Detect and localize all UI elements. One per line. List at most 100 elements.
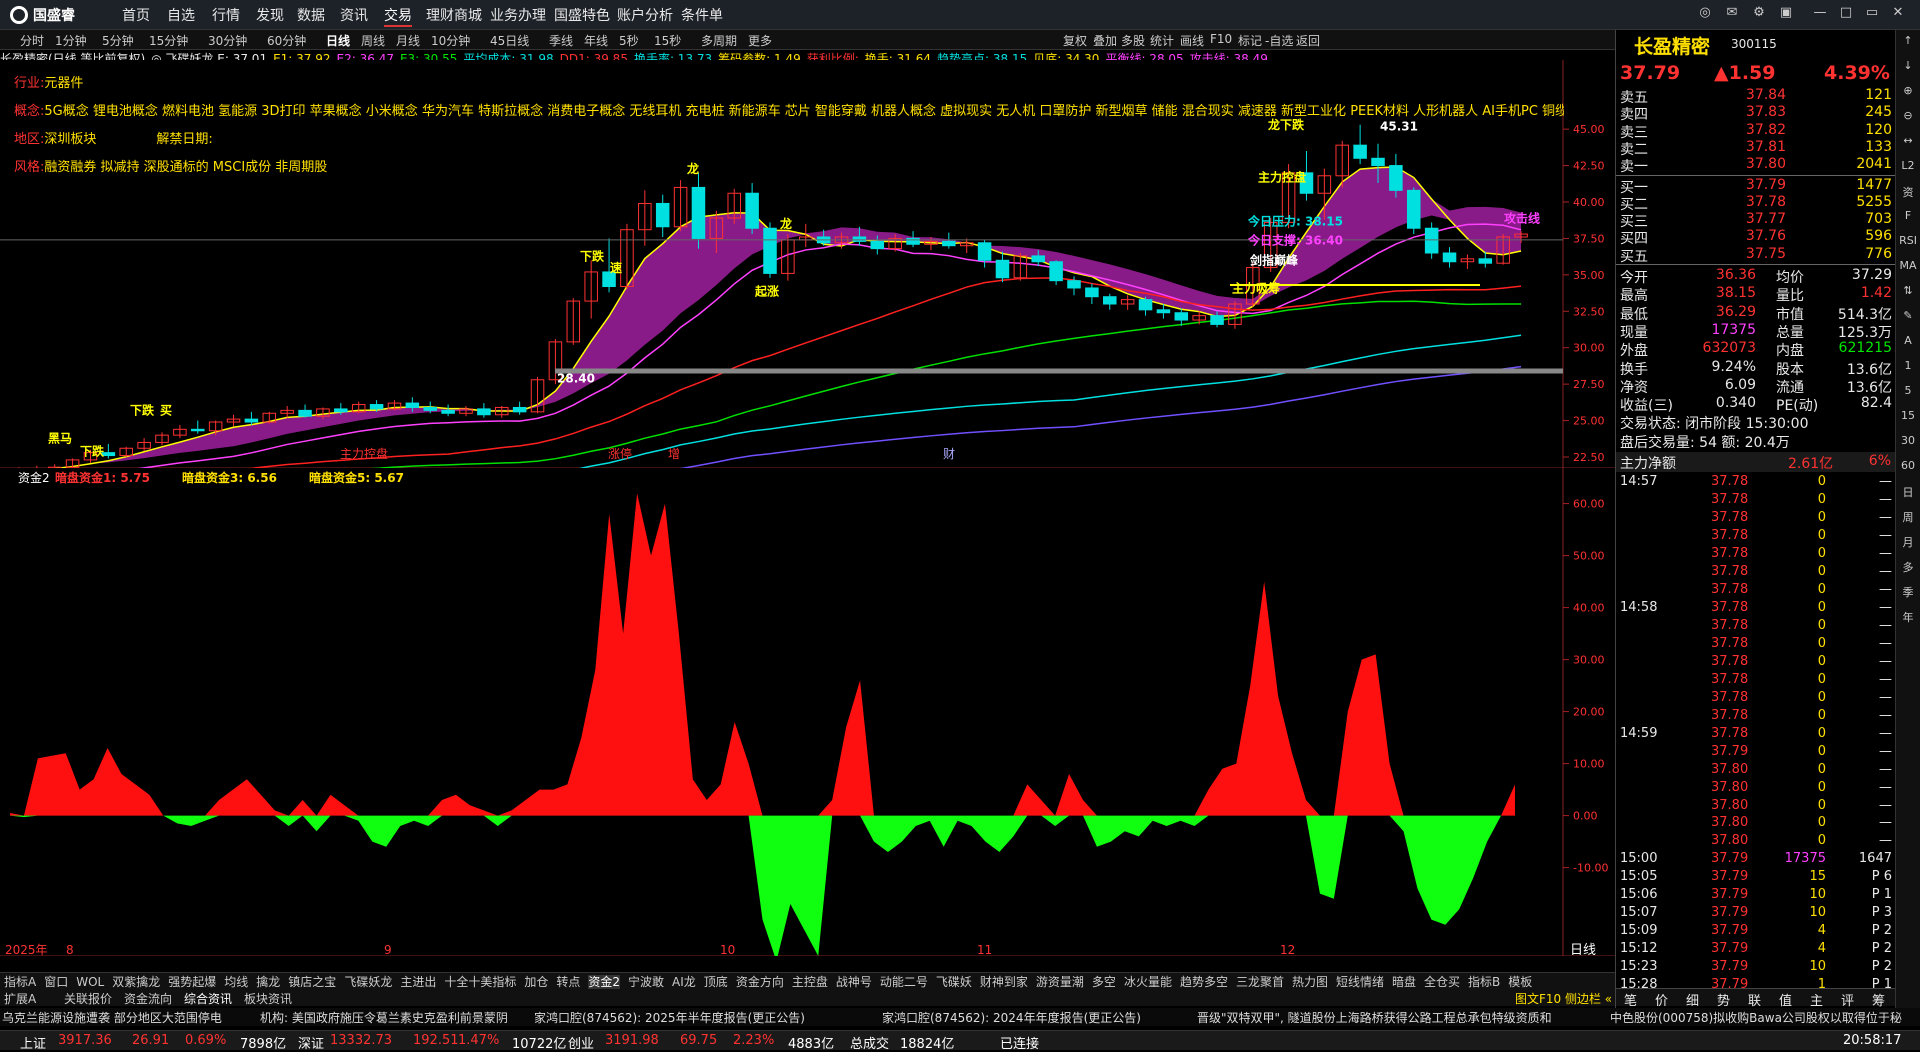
period-12[interactable]: 年线: [584, 32, 608, 49]
sell-row-0[interactable]: 卖五 37.84 121: [1616, 87, 1896, 106]
indicator-tab-2[interactable]: WOL: [76, 975, 104, 989]
news-4[interactable]: 晋级"双特双甲", 隧道股份上海路桥获得公路工程总承包特级资质和: [1197, 1009, 1552, 1026]
vtool-11[interactable]: ✎: [1899, 309, 1917, 327]
indicator-tab-16[interactable]: 顶底: [704, 975, 728, 989]
menu-5[interactable]: 资讯: [340, 5, 368, 25]
buy-row-4[interactable]: 买五 37.75 776: [1616, 246, 1896, 265]
buy-row-1[interactable]: 买二 37.78 5255: [1616, 194, 1896, 213]
period-9[interactable]: 10分钟: [431, 32, 470, 49]
rtab-5[interactable]: 值: [1779, 990, 1792, 1009]
menu-9[interactable]: 国盛特色: [554, 5, 610, 25]
vtool-3[interactable]: ⊖: [1899, 109, 1917, 127]
news-2[interactable]: 家鸿口腔(874562): 2025年半年度报告(更正公告): [534, 1009, 805, 1026]
period-8[interactable]: 月线: [396, 32, 420, 49]
ext-tab-1[interactable]: 关联报价: [64, 990, 112, 1007]
tool-4[interactable]: 画线: [1180, 32, 1204, 49]
menu-11[interactable]: 条件单: [681, 5, 723, 25]
period-7[interactable]: 周线: [361, 32, 385, 49]
tool-5[interactable]: F10: [1210, 32, 1232, 46]
maximize-icon[interactable]: □: [1836, 5, 1856, 23]
vtool-13[interactable]: 1: [1899, 359, 1917, 377]
tool-0[interactable]: 复权: [1063, 32, 1087, 49]
menu-4[interactable]: 数据: [297, 5, 325, 25]
indicator-tab-3[interactable]: 双紫擒龙: [112, 975, 160, 989]
period-3[interactable]: 15分钟: [149, 32, 188, 49]
period-4[interactable]: 30分钟: [208, 32, 247, 49]
vtool-12[interactable]: A: [1899, 334, 1917, 352]
sell-row-1[interactable]: 卖四 37.83 245: [1616, 104, 1896, 123]
tool-1[interactable]: 叠加: [1093, 32, 1117, 49]
indicator-tab-31[interactable]: 全仓买: [1424, 975, 1460, 989]
indicator-tab-21[interactable]: 飞碟妖: [936, 975, 972, 989]
rtab-6[interactable]: 主: [1810, 990, 1823, 1009]
period-15[interactable]: 多周期: [701, 32, 737, 49]
indicator-tab-9[interactable]: 主进出: [400, 975, 436, 989]
vtool-8[interactable]: RSI: [1899, 234, 1917, 252]
period-1[interactable]: 1分钟: [55, 32, 87, 49]
indicator-tab-4[interactable]: 强势起爆: [168, 975, 216, 989]
period-16[interactable]: 更多: [748, 32, 772, 49]
buy-row-0[interactable]: 买一 37.79 1477: [1616, 177, 1896, 196]
buy-row-2[interactable]: 买三 37.77 703: [1616, 211, 1896, 230]
capital-chart[interactable]: -10.00 0.00 10.00 20.00 30.00 40.00 50.00 60.00…: [0, 468, 1615, 956]
menu-10[interactable]: 账户分析: [617, 5, 673, 25]
buy-row-3[interactable]: 买四 37.76 596: [1616, 228, 1896, 247]
indicator-tab-8[interactable]: 飞碟妖龙: [344, 975, 392, 989]
menu-0[interactable]: 首页: [122, 5, 150, 25]
menu-3[interactable]: 发现: [256, 5, 284, 25]
news-1[interactable]: 机构: 美国政府施压令葛兰素史克盈利前景蒙阴: [260, 1009, 508, 1026]
vtool-15[interactable]: 15: [1899, 409, 1917, 427]
period-14[interactable]: 15秒: [654, 32, 681, 49]
ext-tab-0[interactable]: 扩展A: [4, 990, 36, 1007]
indicator-tab-13[interactable]: 资金2: [588, 975, 621, 989]
period-5[interactable]: 60分钟: [267, 32, 306, 49]
rtab-7[interactable]: 评: [1841, 990, 1854, 1009]
period-13[interactable]: 5秒: [619, 32, 639, 49]
minimize-icon[interactable]: —: [1810, 5, 1830, 23]
settings-icon[interactable]: ⚙: [1749, 5, 1769, 23]
vtool-5[interactable]: L2: [1899, 159, 1917, 177]
indicator-tab-29[interactable]: 短线情绪: [1336, 975, 1384, 989]
side-toggle[interactable]: 图文F10 侧边栏 «: [1515, 990, 1612, 1007]
vtool-16[interactable]: 30: [1899, 434, 1917, 452]
sell-row-4[interactable]: 卖一 37.80 2041: [1616, 156, 1896, 175]
rtab-8[interactable]: 筹: [1872, 990, 1885, 1009]
vtool-14[interactable]: 5: [1899, 384, 1917, 402]
vtool-9[interactable]: MA: [1899, 259, 1917, 277]
vtool-21[interactable]: 多: [1899, 559, 1917, 577]
vtool-23[interactable]: 年: [1899, 609, 1917, 627]
tool-7[interactable]: -自选: [1265, 32, 1293, 49]
period-6[interactable]: 日线: [326, 32, 350, 49]
news-5[interactable]: 中色股份(000758)拟收购Bawa公司股权以取得位于秘: [1610, 1009, 1902, 1026]
period-0[interactable]: 分时: [20, 32, 44, 49]
vtool-0[interactable]: ↑: [1899, 34, 1917, 52]
indicator-tab-25[interactable]: 冰火量能: [1124, 975, 1172, 989]
menu-7[interactable]: 理财商城: [426, 5, 482, 25]
sell-row-2[interactable]: 卖三 37.82 120: [1616, 122, 1896, 141]
ext-tab-3[interactable]: 综合资讯: [184, 990, 232, 1007]
vtool-7[interactable]: F: [1899, 209, 1917, 227]
rtab-2[interactable]: 细: [1686, 990, 1699, 1009]
indicator-tab-33[interactable]: 模板: [1508, 975, 1532, 989]
app-logo[interactable]: 国盛睿: [10, 5, 75, 25]
rtab-4[interactable]: 联: [1748, 990, 1761, 1009]
ext-tab-4[interactable]: 板块资讯: [244, 990, 292, 1007]
indicator-tab-1[interactable]: 窗口: [44, 975, 68, 989]
vtool-22[interactable]: 季: [1899, 584, 1917, 602]
indicator-tab-32[interactable]: 指标B: [1468, 975, 1500, 989]
restore-icon[interactable]: ▭: [1862, 5, 1882, 23]
indicator-tab-12[interactable]: 转点: [556, 975, 580, 989]
period-2[interactable]: 5分钟: [102, 32, 134, 49]
chat-icon[interactable]: ◎: [1695, 5, 1715, 23]
indicator-tab-7[interactable]: 镇店之宝: [288, 975, 336, 989]
indicator-tab-6[interactable]: 擒龙: [256, 975, 280, 989]
message-icon[interactable]: ✉: [1722, 5, 1742, 23]
indicator-tab-17[interactable]: 资金方向: [736, 975, 784, 989]
menu-1[interactable]: 自选: [167, 5, 195, 25]
tool-2[interactable]: 多股: [1121, 32, 1145, 49]
menu-6[interactable]: 交易: [384, 5, 412, 27]
indicator-tab-14[interactable]: 宁波敢: [628, 975, 664, 989]
ext-tab-2[interactable]: 资金流向: [124, 990, 172, 1007]
vtool-10[interactable]: ⇅: [1899, 284, 1917, 302]
indicator-tab-10[interactable]: 十全十美指标: [444, 975, 516, 989]
